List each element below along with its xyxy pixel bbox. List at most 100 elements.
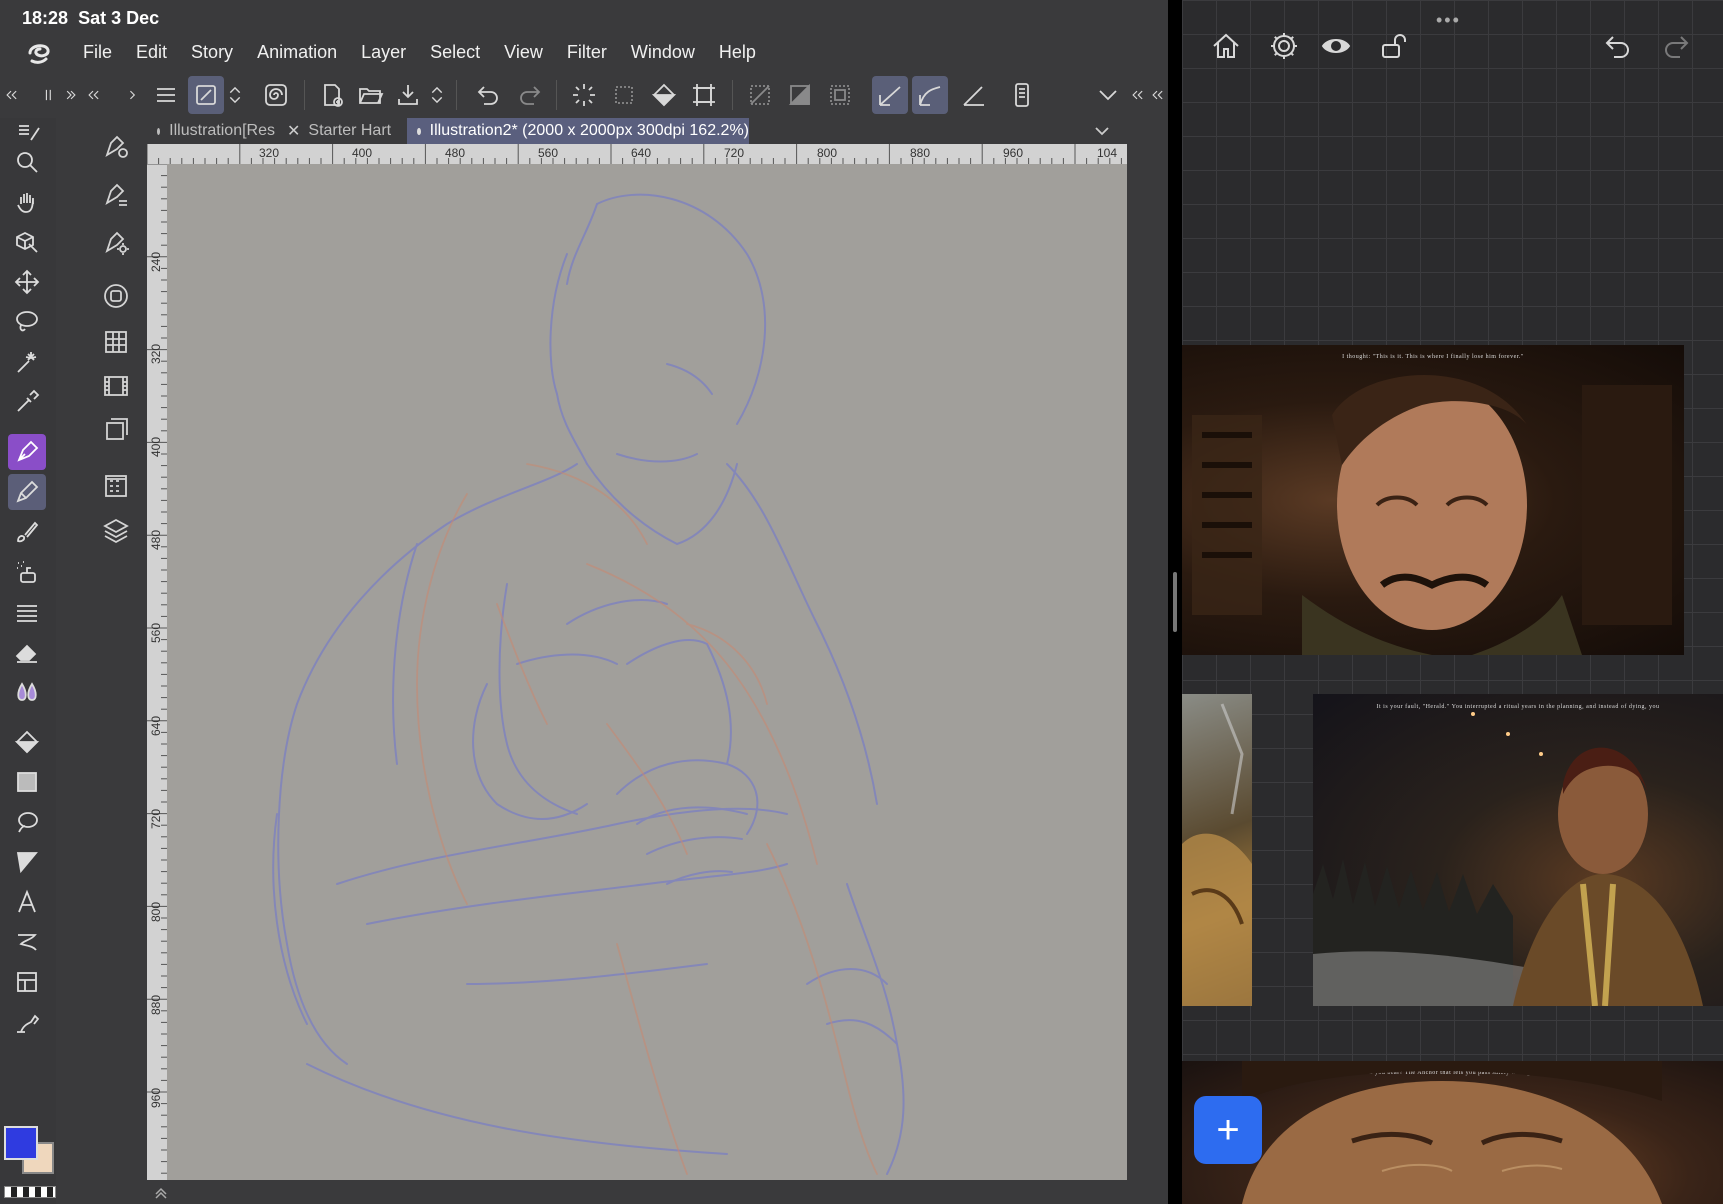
collapse-right-2-icon[interactable]	[1148, 76, 1166, 114]
multitasking-dots-icon[interactable]: •••	[1436, 10, 1461, 31]
updown-arrows-icon[interactable]	[224, 76, 246, 114]
device-icon[interactable]	[1004, 76, 1040, 114]
drawing-canvas[interactable]	[167, 164, 1127, 1180]
menu-story[interactable]: Story	[191, 42, 233, 63]
menu-filter[interactable]: Filter	[567, 42, 607, 63]
figure-tool-icon[interactable]	[8, 804, 46, 840]
expand-right-icon[interactable]	[62, 76, 80, 114]
menu-file[interactable]: File	[83, 42, 112, 63]
spiral-icon[interactable]	[258, 76, 294, 114]
ruler-tool-icon[interactable]	[8, 964, 46, 1000]
deselect-icon[interactable]	[742, 76, 778, 114]
home-icon[interactable]	[1208, 28, 1244, 64]
pencil-tool-icon[interactable]	[8, 474, 46, 510]
tabs-chevron-down-icon[interactable]	[1093, 122, 1111, 140]
menu-select[interactable]: Select	[430, 42, 480, 63]
ruler-label: 640	[149, 715, 163, 736]
ruler-label: 320	[149, 343, 163, 364]
fill-tool-icon[interactable]	[8, 724, 46, 760]
navigator-icon[interactable]	[96, 412, 136, 448]
sub-tool-pen-settings-icon[interactable]	[96, 128, 136, 164]
airbrush-tool-icon[interactable]	[8, 554, 46, 590]
tool-palette-menu-icon[interactable]	[8, 118, 46, 146]
panel-grip-icon[interactable]	[40, 76, 58, 114]
object-tool-icon[interactable]	[8, 224, 46, 260]
collapse-left-2-icon[interactable]	[84, 76, 102, 114]
close-tab-icon[interactable]: ✕	[287, 121, 300, 141]
chevron-up-icon[interactable]	[153, 1184, 169, 1200]
quick-access-icon[interactable]	[188, 76, 224, 114]
menu-help[interactable]: Help	[719, 42, 756, 63]
stabilize-curve-icon[interactable]	[912, 76, 948, 114]
transform-icon[interactable]	[686, 76, 722, 114]
lasso-tool-icon[interactable]	[8, 304, 46, 340]
divider-grip-handle[interactable]	[1173, 572, 1177, 632]
blend-tool-icon[interactable]	[8, 674, 46, 710]
transparent-color-swatch[interactable]	[4, 1186, 56, 1198]
reference-image-2-art	[1182, 703, 1252, 1006]
correct-line-tool-icon[interactable]	[8, 1004, 46, 1040]
hamburger-menu-icon[interactable]	[148, 76, 184, 114]
ruler-label: 240	[149, 251, 163, 272]
unlock-icon[interactable]	[1376, 28, 1412, 64]
color-circle-icon[interactable]	[96, 278, 136, 314]
hand-tool-icon[interactable]	[8, 184, 46, 220]
split-view-divider[interactable]	[1168, 0, 1182, 1204]
loading-spinner-icon[interactable]	[566, 76, 602, 114]
collapse-left-icon[interactable]	[2, 76, 20, 114]
ruler-pen-icon[interactable]	[956, 76, 992, 114]
magic-wand-icon[interactable]	[8, 344, 46, 380]
menu-animation[interactable]: Animation	[257, 42, 337, 63]
layer-property-icon[interactable]	[96, 468, 136, 504]
text-tool-icon[interactable]	[8, 884, 46, 920]
new-file-icon[interactable]	[314, 76, 350, 114]
board-redo-icon[interactable]	[1658, 28, 1694, 64]
eraser-tool-icon[interactable]	[8, 634, 46, 670]
balloon-tool-icon[interactable]	[8, 924, 46, 960]
menu-view[interactable]: View	[504, 42, 543, 63]
sub-tool-pen-edit-icon[interactable]	[96, 176, 136, 212]
pen-tool-icon[interactable]	[8, 434, 46, 470]
tab-illustration2[interactable]: Illustration2* (2000 x 2000px 300dpi 162…	[407, 118, 749, 144]
layers-icon[interactable]	[96, 512, 136, 548]
eye-icon[interactable]	[1318, 28, 1354, 64]
redo-icon[interactable]	[512, 76, 548, 114]
open-folder-icon[interactable]	[352, 76, 388, 114]
reference-image-4[interactable]: That mark you bear? The Anchor that lets…	[1182, 1061, 1723, 1204]
move-tool-icon[interactable]	[8, 264, 46, 300]
frame-border-tool-icon[interactable]	[8, 844, 46, 880]
tab-illustration-res[interactable]: Illustration[Res	[147, 118, 275, 144]
color-set-icon[interactable]	[96, 324, 136, 360]
stabilize-line-icon[interactable]	[872, 76, 908, 114]
decoration-tool-icon[interactable]	[8, 594, 46, 630]
reference-image-3[interactable]: It is your fault, "Herald." You interrup…	[1313, 694, 1723, 1006]
clear-selection-icon[interactable]	[606, 76, 642, 114]
updown-arrows-2-icon[interactable]	[426, 76, 448, 114]
invert-selection-icon[interactable]	[782, 76, 818, 114]
menu-edit[interactable]: Edit	[136, 42, 167, 63]
save-icon[interactable]	[390, 76, 426, 114]
expand-right-2-icon[interactable]	[124, 76, 142, 114]
chevron-down-icon[interactable]	[1090, 76, 1126, 114]
ruler-label: 720	[149, 808, 163, 829]
select-all-icon[interactable]	[822, 76, 858, 114]
reference-image-1[interactable]: I thought: "This is it. This is where I …	[1182, 345, 1684, 655]
tab-starter-hart[interactable]: ✕ Starter Hart	[277, 118, 397, 144]
add-button[interactable]: +	[1194, 1096, 1262, 1164]
undo-icon[interactable]	[470, 76, 506, 114]
timeline-icon[interactable]	[96, 368, 136, 404]
fill-icon[interactable]	[646, 76, 682, 114]
gradient-tool-icon[interactable]	[8, 764, 46, 800]
settings-gear-icon[interactable]	[1266, 28, 1302, 64]
board-undo-icon[interactable]	[1600, 28, 1636, 64]
collapse-right-icon[interactable]	[1128, 76, 1146, 114]
brush-tool-icon[interactable]	[8, 514, 46, 550]
sub-tool-pen-gear-icon[interactable]	[96, 224, 136, 260]
menu-layer[interactable]: Layer	[361, 42, 406, 63]
reference-image-2[interactable]	[1182, 694, 1252, 1006]
zoom-tool-icon[interactable]	[8, 144, 46, 180]
app-logo-icon[interactable]	[24, 39, 54, 67]
menu-window[interactable]: Window	[631, 42, 695, 63]
main-color-swatch[interactable]	[4, 1126, 38, 1160]
eyedropper-icon[interactable]	[8, 384, 46, 420]
